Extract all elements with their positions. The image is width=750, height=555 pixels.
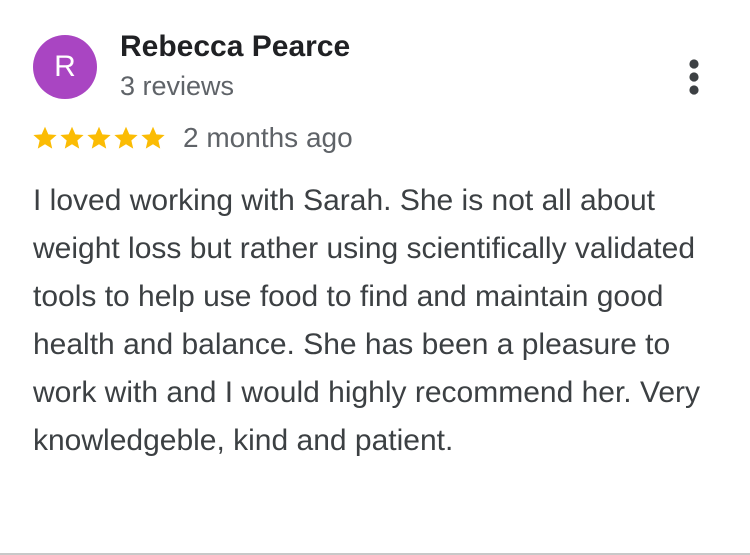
rating-row: 2 months ago xyxy=(32,118,353,158)
avatar[interactable]: R xyxy=(33,35,97,99)
review-time: 2 months ago xyxy=(183,122,353,153)
star-icon xyxy=(141,126,165,149)
star-icon xyxy=(60,126,84,149)
reviewer-name[interactable]: Rebecca Pearce xyxy=(120,30,350,64)
star-icon xyxy=(33,126,57,149)
star-icon xyxy=(114,126,138,149)
more-options-button[interactable] xyxy=(675,55,713,99)
star-icon xyxy=(87,126,111,149)
review-count[interactable]: 3 reviews xyxy=(120,71,234,102)
review-card: R Rebecca Pearce 3 reviews 2 months ago … xyxy=(0,0,750,553)
star-rating xyxy=(32,125,166,151)
more-vert-icon xyxy=(689,59,699,95)
review-text: I loved working with Sarah. She is not a… xyxy=(33,184,700,457)
